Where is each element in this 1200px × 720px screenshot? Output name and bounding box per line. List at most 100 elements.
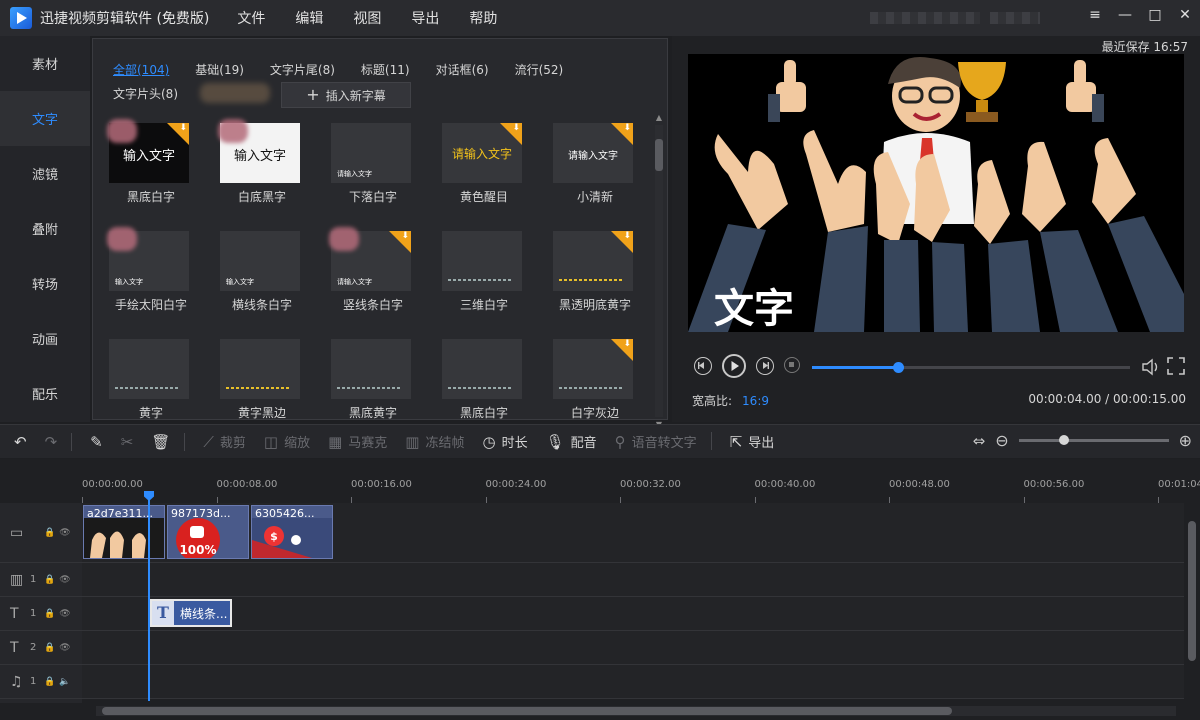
lock-icon[interactable]: 🔒 <box>44 643 55 653</box>
menu-help[interactable]: 帮助 <box>469 8 497 28</box>
text-template-tile[interactable]: 黑底白字 <box>440 339 522 424</box>
tab-dialog[interactable]: 对话框(6) <box>436 61 489 78</box>
prev-frame-button[interactable] <box>694 357 712 375</box>
edit-button[interactable]: ✎ <box>90 433 103 451</box>
text-template-tile[interactable]: 输入文字 手绘太阳白字 <box>107 227 189 316</box>
trash-icon: 🗑 <box>151 432 171 451</box>
text-template-tile[interactable]: ⬇ 白字灰边 <box>551 339 633 424</box>
time-ruler[interactable]: 00:00:00.00 00:00:08.00 00:00:16.00 00:00:2… <box>82 459 1200 503</box>
text-template-tile[interactable]: 三维白字 <box>440 231 522 316</box>
menu-bar: 文件 编辑 视图 导出 帮助 <box>237 8 527 28</box>
sidebar-item-overlay[interactable]: 叠附 <box>0 201 90 256</box>
redo-button[interactable]: ↷ <box>45 433 58 451</box>
toolbar-button-6[interactable]: ⚲ 语音转文字 <box>615 432 697 452</box>
text-track-2-lane[interactable] <box>82 631 1184 665</box>
tab-text-outro[interactable]: 文字片尾(8) <box>270 61 335 78</box>
scroll-up-icon[interactable]: ▲ <box>654 113 664 122</box>
text-clip[interactable]: T 横线条... <box>150 599 232 627</box>
undo-button[interactable]: ↶ <box>14 433 27 451</box>
menu-export[interactable]: 导出 <box>411 8 439 28</box>
zoom-slider[interactable] <box>1018 435 1169 445</box>
text-template-tile[interactable]: 输入文字 ⬇ 黑底白字 <box>107 119 189 208</box>
lock-icon[interactable]: 🔒 <box>44 677 55 687</box>
fit-timeline-icon[interactable]: ⇔ <box>973 432 986 450</box>
mute-icon[interactable]: 🔈 <box>59 677 70 687</box>
video-overlay-lane[interactable] <box>82 563 1184 597</box>
lock-icon[interactable]: 🔒 <box>44 609 55 619</box>
menu-file[interactable]: 文件 <box>237 8 265 28</box>
sidebar-item-music[interactable]: 配乐 <box>0 366 90 421</box>
delete-button[interactable]: 🗑 <box>151 433 170 451</box>
text-template-tile[interactable]: 请输入文字 下落白字 <box>329 123 411 208</box>
text-template-tile[interactable]: 输入文字 横线条白字 <box>218 231 300 316</box>
timeline-vertical-scrollbar[interactable] <box>1188 521 1196 661</box>
fullscreen-icon[interactable] <box>1166 356 1186 376</box>
seek-progress <box>812 366 898 369</box>
video-clip[interactable]: 6305426... $ <box>251 505 333 559</box>
toolbar-button-3[interactable]: ▥ 冻结帧 <box>405 432 464 452</box>
library-scrollbar[interactable]: ▲ ▼ <box>655 113 663 429</box>
tab-popular[interactable]: 流行(52) <box>515 61 564 78</box>
template-label: 黑底白字 <box>459 406 508 420</box>
settings-menu-icon[interactable]: ≡ <box>1088 8 1102 22</box>
lock-icon[interactable]: 🔒 <box>44 528 55 538</box>
zoom-out-icon[interactable]: ⊖ <box>995 431 1008 450</box>
toolbar-button-5[interactable]: 🎙 配音 <box>546 432 597 452</box>
seek-handle[interactable] <box>892 362 904 373</box>
text-template-tile[interactable]: 请输入文字 ⬇ 小清新 <box>551 123 633 208</box>
sidebar-item-animation[interactable]: 动画 <box>0 311 90 366</box>
menu-view[interactable]: 视图 <box>353 8 381 28</box>
close-icon[interactable]: ✕ <box>1178 8 1192 22</box>
split-button[interactable]: ✂ <box>121 433 134 451</box>
text-track-1-lane[interactable]: T 横线条... <box>82 597 1184 631</box>
volume-icon[interactable] <box>1140 356 1162 378</box>
text-template-tile[interactable]: 请输入文字 ⬇ 竖线条白字 <box>329 227 411 316</box>
toolbar-button-2[interactable]: ▦ 马赛克 <box>328 432 387 452</box>
window-controls: ≡ — □ ✕ <box>1088 8 1192 22</box>
next-frame-button[interactable] <box>756 357 774 375</box>
toolbar-button-7[interactable]: ⇱ 导出 <box>730 432 775 452</box>
text-template-tile[interactable]: 黄字 <box>107 339 189 424</box>
video-preview[interactable]: 文字 <box>688 54 1184 332</box>
seek-bar[interactable] <box>812 362 1130 373</box>
playhead[interactable] <box>148 491 150 701</box>
sidebar-item-text[interactable]: 文字 <box>0 91 90 146</box>
tab-basic[interactable]: 基础(19) <box>195 61 244 78</box>
zoom-in-icon[interactable]: ⊕ <box>1179 431 1192 450</box>
lock-icon[interactable]: 🔒 <box>44 575 55 585</box>
scissors-icon: ✂ <box>120 432 134 451</box>
visibility-icon[interactable]: 👁 <box>59 643 70 653</box>
sidebar-item-transition[interactable]: 转场 <box>0 256 90 311</box>
timeline-horizontal-scrollbar[interactable] <box>96 706 1176 716</box>
toolbar-button-4[interactable]: ◷ 时长 <box>483 432 528 452</box>
minimize-icon[interactable]: — <box>1118 8 1132 22</box>
maximize-icon[interactable]: □ <box>1148 8 1162 22</box>
text-template-tile[interactable]: 请输入文字 ⬇ 黄色醒目 <box>440 123 522 208</box>
toolbar-button-0[interactable]: ⟋ 裁剪 <box>203 432 246 452</box>
scrollbar-thumb[interactable] <box>102 707 952 715</box>
tab-title[interactable]: 标题(11) <box>361 61 410 78</box>
visibility-icon[interactable]: 👁 <box>59 575 70 585</box>
text-template-tile[interactable]: 黑底黄字 <box>329 339 411 424</box>
visibility-icon[interactable]: 👁 <box>59 609 70 619</box>
music-track-lane[interactable] <box>82 665 1184 699</box>
text-template-tile[interactable]: 输入文字 白底黑字 <box>218 119 300 208</box>
sidebar-item-filter[interactable]: 滤镜 <box>0 146 90 201</box>
sidebar-item-media[interactable]: 素材 <box>0 36 90 91</box>
insert-subtitle-button[interactable]: + 插入新字幕 <box>281 82 411 108</box>
tab-all[interactable]: 全部(104) <box>113 61 169 78</box>
text-template-tile[interactable]: ⬇ 黑透明底黄字 <box>551 231 633 316</box>
toolbar-button-1[interactable]: ◫ 缩放 <box>264 432 310 452</box>
tab-text-intro[interactable]: 文字片头(8) <box>113 85 178 102</box>
aspect-ratio-value[interactable]: 16:9 <box>742 394 769 408</box>
video-clip[interactable]: 987173d... 100% <box>167 505 249 559</box>
text-template-tile[interactable]: 黄字黑边 <box>218 339 300 424</box>
video-clip[interactable]: a2d7e311... <box>83 505 165 559</box>
video-track-lane[interactable]: a2d7e311... 987173d... 100% 6305426... $ <box>82 503 1184 563</box>
scrollbar-thumb[interactable] <box>655 139 663 171</box>
stop-button[interactable] <box>784 357 800 373</box>
play-button[interactable] <box>722 354 746 378</box>
visibility-icon[interactable]: 👁 <box>59 528 70 538</box>
menu-edit[interactable]: 编辑 <box>295 8 323 28</box>
zoom-slider-handle[interactable] <box>1058 435 1069 445</box>
